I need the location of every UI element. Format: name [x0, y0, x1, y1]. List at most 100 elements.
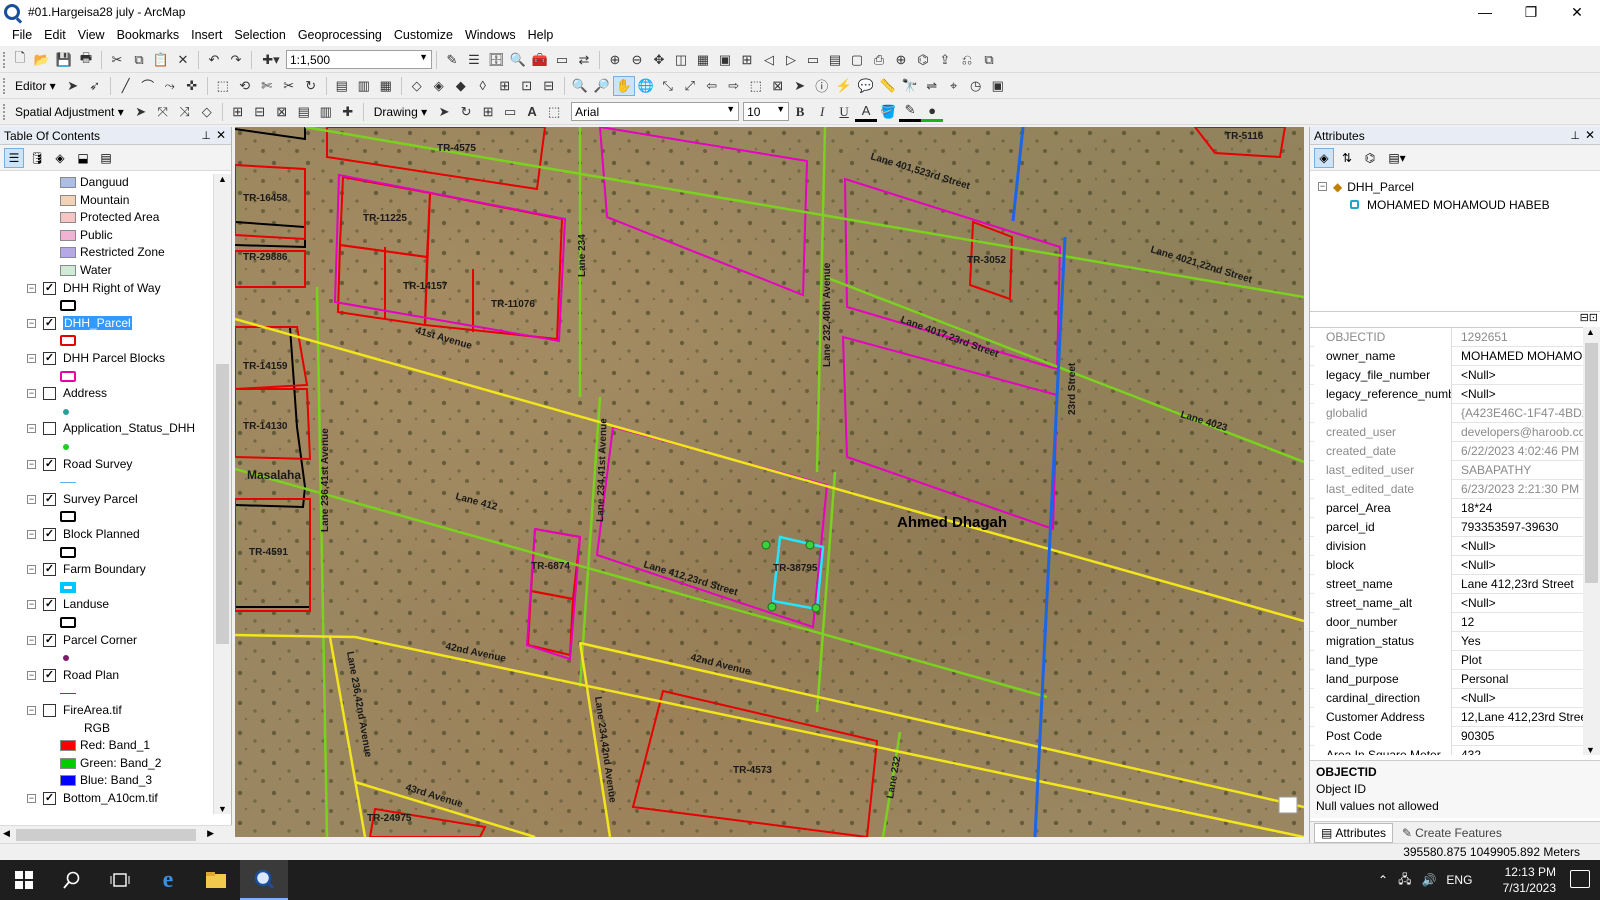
layer-visibility-checkbox[interactable]: ✓ [43, 792, 56, 805]
collapse-icon[interactable]: − [27, 354, 36, 363]
attribute-row[interactable]: last_edited_user SABAPATHY [1310, 461, 1584, 480]
layer-visibility-checkbox[interactable]: ✓ [43, 528, 56, 541]
catalog-icon[interactable]: 🗄 [485, 50, 507, 70]
close-icon[interactable]: ✕ [1585, 128, 1595, 142]
layer-name[interactable]: Bottom_A10cm.tif [63, 791, 158, 805]
select-elements-icon[interactable]: ➤ [789, 76, 811, 96]
identify-icon[interactable]: ⓘ [811, 76, 833, 96]
attribute-row[interactable]: parcel_Area 18*24 [1310, 499, 1584, 518]
tree-feature-row[interactable]: MOHAMED MOHAMOUD HABEB [1350, 196, 1550, 213]
paste-icon[interactable]: 📋 [150, 50, 172, 70]
layer-name[interactable]: DHH Parcel Blocks [63, 351, 165, 365]
text-icon[interactable]: A [521, 102, 543, 122]
attribute-row[interactable]: globalid {A423E46C-1F47-4BD2- [1310, 404, 1584, 423]
zoom-percent-icon[interactable]: ▭ [802, 50, 824, 70]
sort-icon[interactable]: ⇅ [1337, 148, 1357, 168]
snap-end-icon[interactable]: ◈ [428, 76, 450, 96]
trace-icon[interactable]: ⤳ [159, 76, 181, 96]
fill-color-icon[interactable]: 🪣 [877, 102, 899, 122]
adjust-icon[interactable]: ✚ [337, 102, 359, 122]
minimize-button[interactable]: — [1462, 0, 1508, 24]
point-icon[interactable]: ✜ [181, 76, 203, 96]
layer-visibility-checkbox[interactable]: ✓ [43, 598, 56, 612]
toc-row[interactable]: − ✓ Road Survey [0, 456, 212, 473]
layer-name[interactable]: Farm Boundary [63, 562, 146, 576]
attribute-row[interactable]: Post Code 90305 [1310, 727, 1584, 746]
tab-create-features[interactable]: ✎ Create Features [1395, 822, 1509, 843]
topology-icon[interactable]: ⌬ [912, 50, 934, 70]
edge-match-icon[interactable]: ⊟ [249, 102, 271, 122]
layer-options-icon[interactable]: ⌬ [1360, 148, 1380, 168]
layer-name[interactable]: Parcel Corner [63, 633, 137, 647]
scroll-left-icon[interactable]: ◀ [3, 828, 10, 839]
attribute-field-value[interactable]: 793353597-39630 [1458, 518, 1584, 537]
toc-row[interactable]: − ✓ Block Planned [0, 526, 212, 543]
attribute-field-value[interactable]: <Null> [1458, 594, 1584, 613]
editor-menu-button[interactable]: Editor ▾ [9, 79, 62, 93]
attribute-field-value[interactable]: 18*24 [1458, 499, 1584, 518]
attribute-field-value[interactable]: Lane 412,23rd Street [1458, 575, 1584, 594]
underline-button[interactable]: U [833, 102, 855, 122]
collapse-icon[interactable]: − [27, 530, 36, 539]
arc-segment-icon[interactable]: ⌒ [137, 76, 159, 96]
map-canvas[interactable]: TR-4575 TR-16458 TR-11225 TR-29886 TR-14… [235, 127, 1304, 837]
select-graphic-icon[interactable]: ➤ [433, 102, 455, 122]
toc-vertical-scrollbar[interactable]: ▲ ▼ [213, 174, 231, 814]
attribute-row[interactable]: last_edited_date 6/23/2023 2:21:30 PM [1310, 480, 1584, 499]
rotate-icon[interactable]: ↻ [300, 76, 322, 96]
layout-toggle-icon[interactable]: ▢ [846, 50, 868, 70]
collapse-icon[interactable]: − [27, 565, 36, 575]
rotate-graphic-icon[interactable]: ↻ [455, 102, 477, 122]
reshape-icon[interactable]: ⟲ [234, 76, 256, 96]
grid-toggle-icon[interactable]: ⊟⊡ [1580, 311, 1598, 324]
layer-name[interactable]: Address [63, 386, 107, 400]
collapse-icon[interactable]: − [27, 600, 36, 610]
attribute-row[interactable]: street_name Lane 412,23rd Street [1310, 575, 1584, 594]
map-scale-combo[interactable]: 1:1,500 ▼ [286, 50, 432, 69]
layout-forward-icon[interactable]: ▷ [780, 50, 802, 70]
tab-attributes[interactable]: ▤ Attributes [1314, 822, 1394, 843]
notifications-icon[interactable] [1570, 870, 1590, 888]
find-icon[interactable]: 🔭 [899, 76, 921, 96]
menu-selection[interactable]: Selection [228, 28, 291, 42]
collapse-icon[interactable]: − [27, 706, 36, 715]
layer-name[interactable]: Road Plan [63, 668, 119, 682]
clear-selection-icon[interactable]: ⊠ [767, 76, 789, 96]
measure-icon[interactable]: 📏 [877, 76, 899, 96]
taskbar-clock[interactable]: 12:13 PM 7/31/2023 [1503, 864, 1556, 896]
attributes-scroll-thumb[interactable] [1585, 343, 1598, 583]
list-by-selection-icon[interactable]: ⬓ [73, 148, 93, 168]
full-extent-globe-icon[interactable]: 🌐 [635, 76, 657, 96]
page-setup-icon[interactable]: ▤ [824, 50, 846, 70]
attributes-icon[interactable]: ▤ [331, 76, 353, 96]
collapse-icon[interactable]: − [27, 670, 36, 680]
maximize-button[interactable]: ❐ [1508, 0, 1554, 24]
add-data-icon[interactable]: ✚▾ [256, 50, 286, 70]
menu-view[interactable]: View [72, 28, 111, 42]
snap-icon[interactable]: ◇ [406, 76, 428, 96]
scroll-up-icon[interactable]: ▲ [218, 174, 227, 184]
toc-row[interactable]: − ✓ Parcel Corner [0, 632, 212, 649]
collapse-icon[interactable]: − [27, 635, 36, 645]
scroll-down-icon[interactable]: ▼ [218, 804, 227, 814]
collapse-icon[interactable]: − [27, 459, 36, 469]
menu-geoprocessing[interactable]: Geoprocessing [292, 28, 388, 42]
create-viewer-icon[interactable]: ▣ [987, 76, 1009, 96]
layer-visibility-checkbox[interactable]: ✓ [43, 633, 56, 647]
layout-back-icon[interactable]: ◁ [758, 50, 780, 70]
layout-zoom-icon[interactable]: ▣ [714, 50, 736, 70]
editor-toolbar-icon[interactable]: ✎ [441, 50, 463, 70]
toc-row[interactable]: − Application_Status_DHH [0, 420, 212, 437]
forward-extent-icon[interactable]: ⇨ [723, 76, 745, 96]
menu-bookmarks[interactable]: Bookmarks [111, 28, 186, 42]
map-tips-icon[interactable] [1278, 796, 1298, 814]
search-window-icon[interactable]: 🔍 [507, 50, 529, 70]
toolbar-grip[interactable] [3, 77, 6, 94]
toc-options-icon[interactable]: ▤ [96, 148, 116, 168]
edit-annotation-icon[interactable]: ➶ [84, 76, 106, 96]
volume-icon[interactable]: 🔊 [1421, 873, 1436, 887]
rubbersheet-icon[interactable]: ▥ [315, 102, 337, 122]
language-indicator[interactable]: ENG [1446, 873, 1472, 887]
attribute-field-value[interactable]: 12 [1458, 613, 1584, 632]
toc-row[interactable]: − ✓ Bottom_A10cm.tif [0, 790, 212, 807]
